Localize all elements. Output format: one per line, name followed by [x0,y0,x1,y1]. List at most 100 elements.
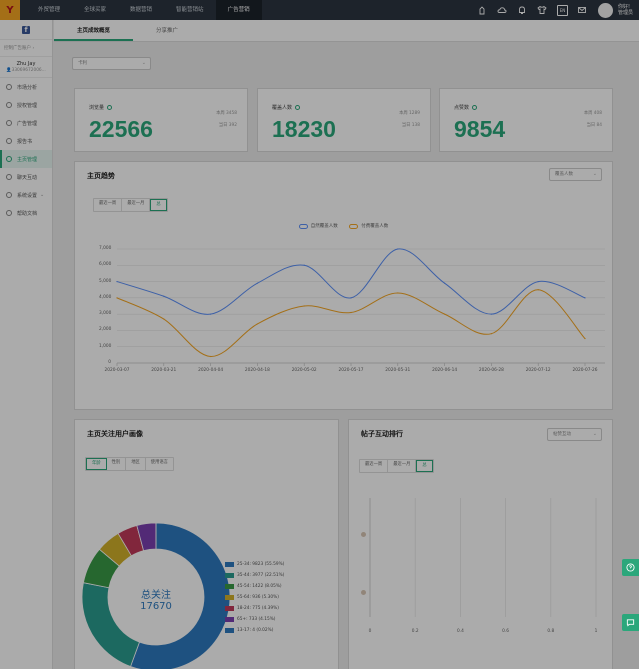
sidebar-item-homepage[interactable]: 主页管理 [0,150,52,168]
legend-label: 13-17: 4 (0.02%) [237,628,274,633]
stat-label: 点赞数 [454,104,478,111]
nav-item[interactable]: 全球买家 [72,0,118,20]
legend-swatch [225,628,234,633]
legend-label: 65+: 733 (4.15%) [237,617,276,622]
data-point[interactable] [163,318,165,320]
avatar[interactable] [597,2,613,18]
logo-mark: Y [6,4,14,16]
data-point[interactable] [490,313,492,315]
stat-label-text: 覆盖人数 [272,105,293,111]
question-icon[interactable] [107,105,113,110]
sidebar-item-label: 报告书 [17,138,33,145]
data-point[interactable] [537,280,539,283]
sidebar-item-settings[interactable]: 系统设置 ⌄ [0,186,52,204]
nav-item[interactable]: 智能营销站 [164,0,216,20]
sidebar-item-label: 主页管理 [17,156,38,163]
help-float-button[interactable] [622,559,639,576]
data-point[interactable] [584,337,586,340]
legend-label: 55-64: 936 (5.30%) [237,595,279,600]
ad-icon [6,120,12,126]
sidebar-item-ads[interactable]: 广告管理 [0,114,52,132]
x-tick-label: 2020-05-02 [291,368,317,373]
legend-item[interactable]: 45-54: 1422 (8.05%) [225,584,282,589]
donut-center-value: 17670 [140,601,172,612]
nav-item-active[interactable]: 广告营销 [215,0,262,20]
data-point[interactable] [303,305,305,307]
data-point[interactable] [256,323,258,325]
data-point[interactable] [397,248,399,250]
question-icon[interactable] [472,105,478,110]
ad-account-control[interactable]: 控制广告账户 › [0,39,52,57]
stat-card-views: 浏览量 22566 本周 3458 当日 392 [74,88,248,152]
data-point[interactable] [116,280,118,283]
translate-icon[interactable]: EN [556,4,568,16]
sidebar-item-authorization[interactable]: 授权管理 [0,96,52,114]
x-tick-label: 2020-04-04 [198,368,224,373]
profile-name: Zhu Jay [16,61,36,67]
legend-item[interactable]: 13-17: 4 (0.02%) [225,628,273,633]
x-tick-label: 0.2 [411,629,419,634]
legend-item[interactable]: 25-34: 9823 (55.59%) [225,562,284,567]
data-point[interactable] [256,282,258,284]
x-tick-label: 0.8 [547,629,555,634]
translate-label: EN [559,7,566,13]
post-thumbnail[interactable] [361,590,366,595]
sidebar-item-label: 广告管理 [17,120,38,127]
cloud-icon[interactable] [497,5,508,16]
legend-item[interactable]: 65+: 733 (4.15%) [225,617,275,622]
profile-block: Zhu Jay 👤33069672006... [0,57,52,78]
tab-share[interactable]: 分享推广 [133,20,201,41]
question-icon[interactable] [295,105,301,110]
bell-hand-icon[interactable] [477,5,488,16]
data-point[interactable] [116,297,118,299]
data-point[interactable] [210,355,212,358]
chat-icon [6,174,12,180]
topbar-tools: EN 你好! 管理员 [468,0,633,20]
app-logo[interactable]: Y [0,0,20,20]
legend-item[interactable]: 18-24: 775 (4.39%) [225,606,279,611]
bell-icon[interactable] [517,5,528,16]
sidebar-item-label: 系统设置 [17,192,38,199]
x-tick-label: 2020-07-12 [525,368,551,373]
profile-id: 👤33069672006... [0,68,52,73]
legend-label: 18-24: 775 (4.39%) [237,606,279,611]
post-thumbnail[interactable] [361,532,366,537]
legend-swatch [225,595,234,600]
trend-chart [116,248,605,366]
nav-item[interactable]: 外贸管理 [26,0,72,20]
stat-today: 当日 84 [586,123,602,128]
x-tick-label: 2020-05-17 [338,368,364,373]
shirt-icon[interactable] [537,5,548,16]
help-icon [6,210,12,216]
stat-week: 本周 1289 [399,111,420,116]
data-point[interactable] [444,282,446,284]
data-point[interactable] [350,311,352,314]
data-point[interactable] [210,313,212,315]
mail-icon[interactable] [577,5,588,16]
data-point[interactable] [163,295,165,297]
y-tick-label: 0 [108,360,111,365]
sidebar-item-help[interactable]: 帮助文档 [0,204,52,222]
stat-card-reach: 覆盖人数 18230 本周 1289 当日 138 [257,88,431,152]
data-point[interactable] [397,292,399,294]
chat-float-button[interactable] [622,614,639,631]
data-point[interactable] [584,297,586,299]
sidebar-item-market-analysis[interactable]: 市场分析 [0,78,52,96]
sidebar-item-label: 授权管理 [17,102,38,109]
tab-overview[interactable]: 主页成效概览 [54,20,134,41]
legend-item[interactable]: 35-44: 3977 (22.51%) [225,573,284,578]
sidebar-item-chat[interactable]: 聊天互动 [0,168,52,186]
legend-item[interactable]: 55-64: 936 (5.30%) [225,595,279,600]
data-point[interactable] [537,289,539,291]
y-tick-label: 3,000 [99,311,112,317]
page-select[interactable]: 卡利 ⌄ [72,57,151,70]
data-point[interactable] [490,333,492,335]
nav-item[interactable]: 数据营销 [118,0,164,20]
stat-label-text: 点赞数 [454,105,470,111]
user-info[interactable]: 你好! 管理员 [618,4,633,16]
data-point[interactable] [350,297,352,299]
data-point[interactable] [303,264,305,266]
sidebar-item-report[interactable]: 报告书 [0,132,52,150]
audience-card: 主页关注用户画像 年龄 性别 地区 使用语言 总关注 17670 25-34: … [74,419,339,669]
data-point[interactable] [444,313,446,315]
